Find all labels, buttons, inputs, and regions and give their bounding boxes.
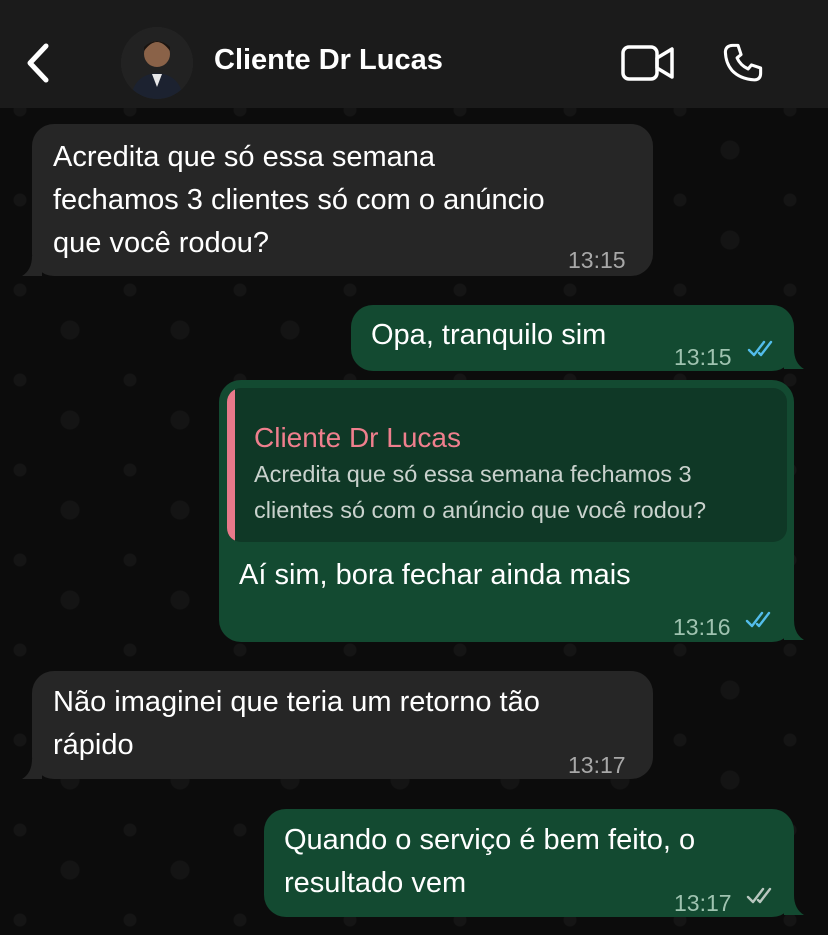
message-bubble-outgoing-reply[interactable]: Cliente Dr Lucas Acredita que só essa se…: [219, 380, 794, 642]
message-bubble-incoming[interactable]: Não imaginei que teria um retorno tão rá…: [32, 671, 653, 779]
delivered-receipt-icon: [746, 887, 772, 904]
phone-icon: [723, 43, 763, 82]
back-button[interactable]: [18, 40, 58, 86]
message-time: 13:17: [674, 890, 732, 916]
quote-text: Acredita que só essa semana fechamos 3 c…: [254, 461, 707, 523]
contact-name[interactable]: Cliente Dr Lucas: [214, 44, 443, 77]
message-text: Quando o serviço é bem feito, o resultad…: [284, 824, 696, 899]
message-text: Aí sim, bora fechar ainda mais: [239, 559, 631, 591]
video-call-button[interactable]: [620, 44, 676, 82]
avatar[interactable]: [121, 27, 193, 99]
message-time: 13:15: [674, 344, 732, 370]
bubble-tail: [784, 620, 804, 640]
message-text: Opa, tranquilo sim: [371, 319, 607, 351]
read-receipt-icon: [747, 340, 773, 357]
message-text: Acredita que só essa semana fechamos 3 c…: [53, 141, 545, 259]
message-time: 13:16: [673, 614, 731, 640]
voice-call-button[interactable]: [720, 40, 766, 86]
message-time: 13:17: [568, 752, 626, 778]
chevron-left-icon: [27, 43, 49, 83]
bubble-tail: [22, 256, 42, 276]
chat-header: Cliente Dr Lucas: [0, 0, 828, 108]
bubble-tail: [784, 895, 804, 915]
message-bubble-incoming[interactable]: Acredita que só essa semana fechamos 3 c…: [32, 124, 653, 276]
bubble-tail: [22, 759, 42, 779]
video-camera-icon: [621, 45, 674, 81]
quote-author: Cliente Dr Lucas: [254, 422, 461, 453]
quoted-message[interactable]: Cliente Dr Lucas Acredita que só essa se…: [227, 388, 787, 542]
avatar-photo: [121, 27, 193, 99]
message-text: Não imaginei que teria um retorno tão rá…: [53, 686, 540, 761]
read-receipt-icon: [745, 611, 771, 628]
message-bubble-outgoing[interactable]: Opa, tranquilo sim 13:15: [351, 305, 794, 371]
message-bubble-outgoing[interactable]: Quando o serviço é bem feito, o resultad…: [264, 809, 794, 917]
message-time: 13:15: [568, 247, 626, 273]
quote-accent-bar: [227, 388, 235, 542]
bubble-tail: [784, 349, 804, 369]
